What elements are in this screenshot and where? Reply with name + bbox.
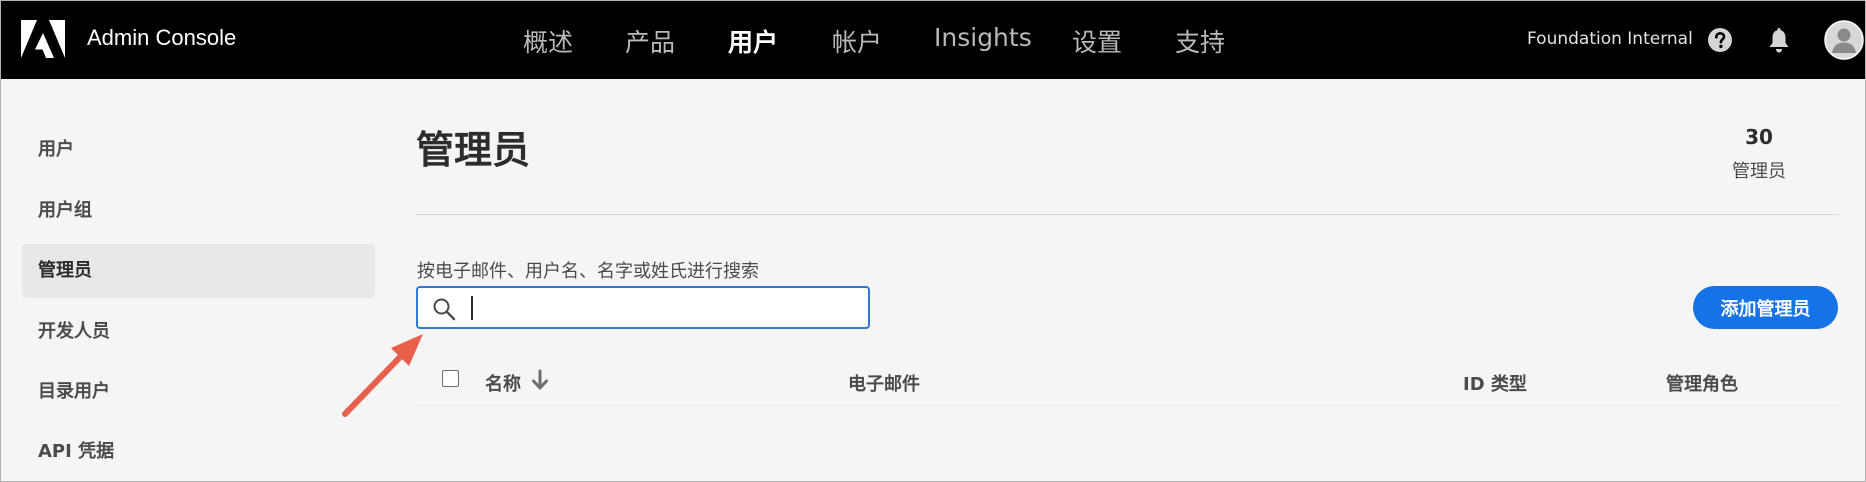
bell-icon[interactable] [1766, 27, 1792, 55]
header-divider [416, 214, 1839, 215]
column-header-admin-role[interactable]: 管理角色 [1666, 370, 1738, 396]
org-switcher[interactable]: Foundation Internal [1527, 29, 1693, 49]
search-label: 按电子邮件、用户名、名字或姓氏进行搜索 [417, 261, 759, 282]
search-input[interactable] [468, 294, 858, 322]
nav-tab-insights[interactable]: Insights [934, 23, 1032, 52]
sidebar-item-users[interactable]: 用户 [22, 123, 375, 177]
select-all-checkbox[interactable] [442, 370, 459, 387]
admin-console-window: Admin Console 概述 产品 用户 帐户 Insights 设置 支持… [0, 0, 1866, 482]
avatar-icon[interactable] [1824, 20, 1864, 60]
nav-tab-products[interactable]: 产品 [625, 23, 675, 59]
column-header-id-type[interactable]: ID 类型 [1463, 370, 1527, 396]
nav-tab-users[interactable]: 用户 [728, 23, 778, 59]
nav-tab-account[interactable]: 帐户 [832, 23, 882, 59]
sidebar-item-administrators[interactable]: 管理员 [22, 244, 375, 298]
help-icon[interactable] [1707, 27, 1733, 53]
sort-descending-icon[interactable] [531, 369, 549, 391]
text-cursor [471, 296, 473, 320]
search-icon [433, 298, 456, 321]
search-box[interactable] [416, 286, 870, 329]
sidebar-item-directory-users[interactable]: 目录用户 [22, 365, 375, 419]
admin-count-value: 30 [1745, 125, 1773, 149]
column-header-email[interactable]: 电子邮件 [848, 370, 920, 396]
sidebar-item-developers[interactable]: 开发人员 [22, 305, 375, 359]
add-admin-button[interactable]: 添加管理员 [1693, 286, 1838, 329]
page-title: 管理员 [416, 128, 531, 172]
admin-count-label: 管理员 [1732, 161, 1786, 182]
top-bar: Admin Console 概述 产品 用户 帐户 Insights 设置 支持… [1, 1, 1865, 79]
nav-tab-settings[interactable]: 设置 [1072, 23, 1122, 59]
nav-tab-support[interactable]: 支持 [1175, 23, 1225, 59]
column-header-name[interactable]: 名称 [485, 370, 521, 396]
table-header-divider [416, 405, 1839, 406]
annotation-arrow-icon [342, 334, 423, 417]
nav-tab-overview[interactable]: 概述 [523, 23, 573, 59]
sidebar-item-user-groups[interactable]: 用户组 [22, 184, 375, 238]
sidebar-item-api-credentials[interactable]: API 凭据 [22, 425, 375, 479]
